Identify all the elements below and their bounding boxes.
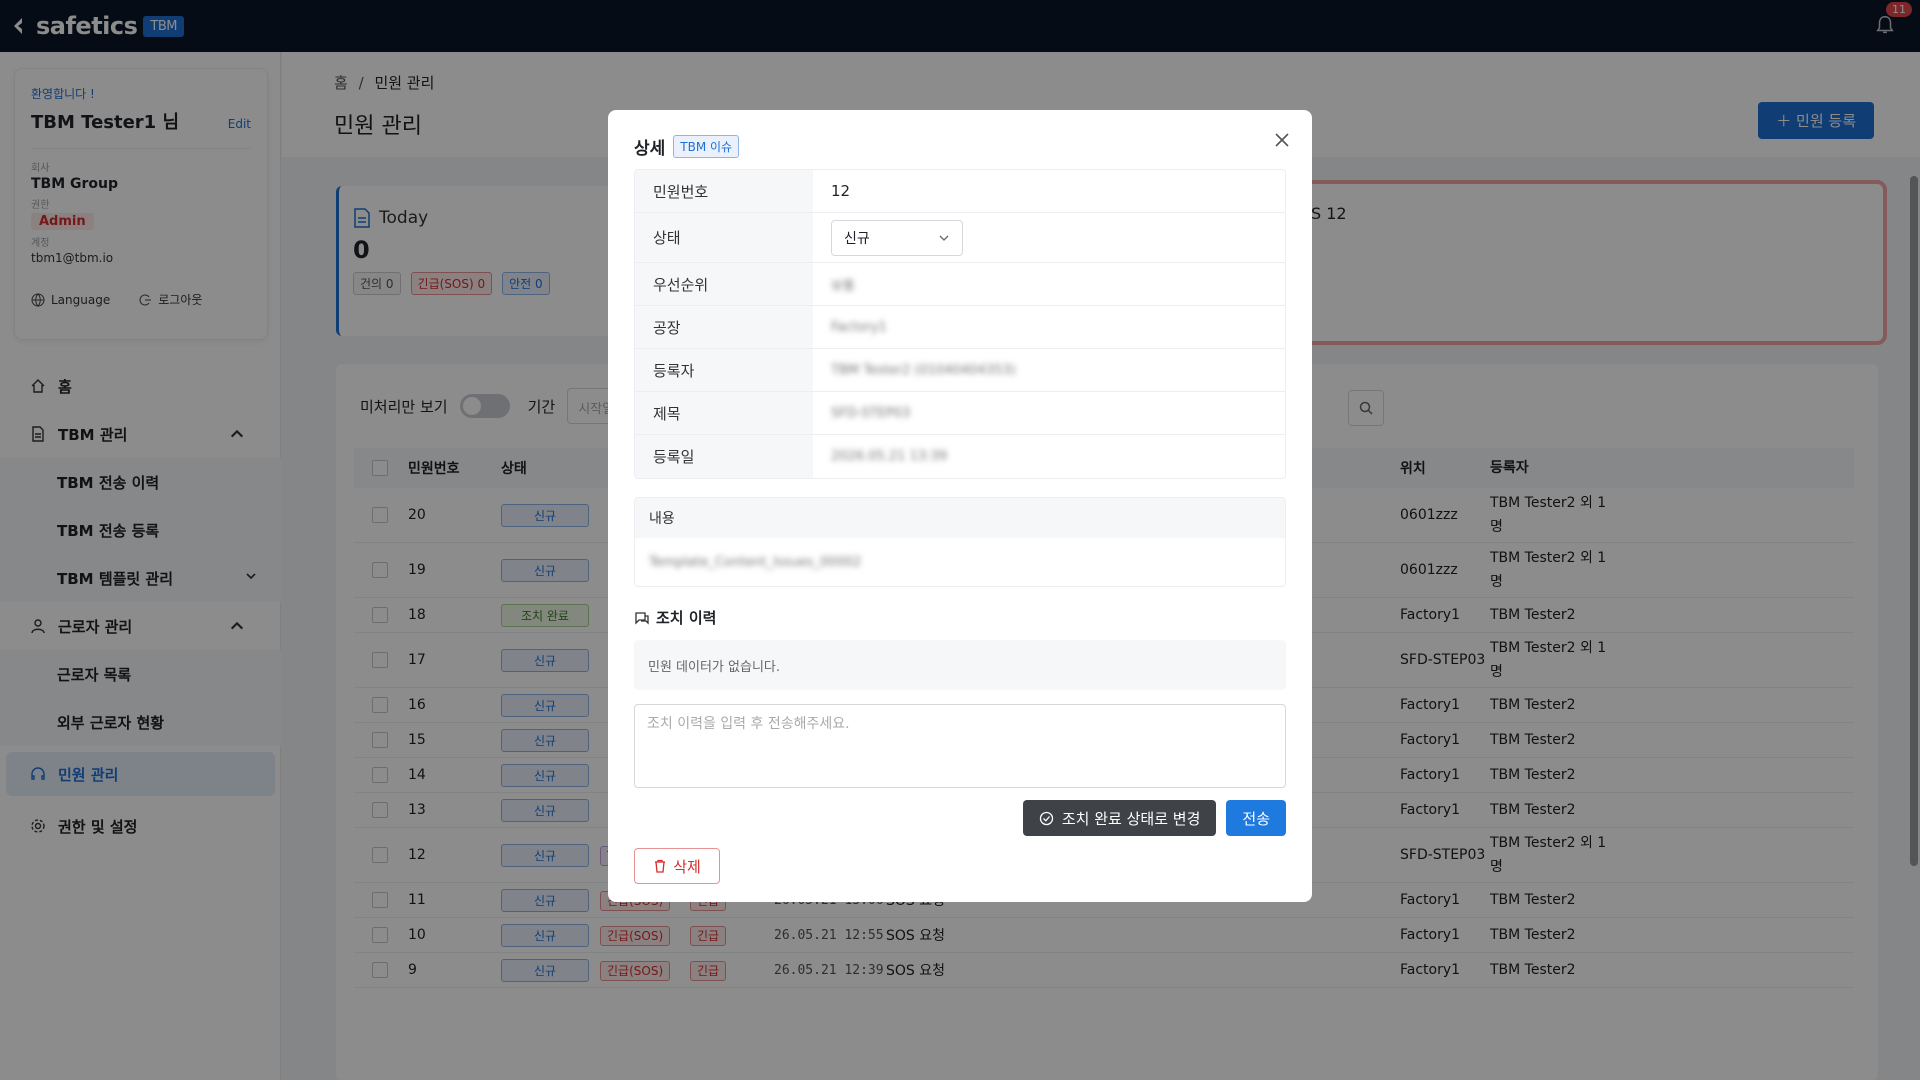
- trash-icon: [655, 859, 666, 873]
- priority-label: 우선순위: [635, 263, 813, 305]
- history-empty-message: 민원 데이터가 없습니다.: [634, 640, 1286, 690]
- history-textarea[interactable]: 조치 이력을 입력 후 전송해주세요.: [634, 704, 1286, 788]
- complete-status-button[interactable]: 조치 완료 상태로 변경: [1022, 800, 1217, 836]
- send-button[interactable]: 전송: [1226, 800, 1286, 836]
- delete-label: 삭제: [673, 857, 701, 876]
- modal-title: 상세: [634, 139, 666, 159]
- close-icon[interactable]: [1274, 132, 1290, 148]
- subject-value: SFD-STEP03: [831, 405, 911, 421]
- content-label: 내용: [635, 498, 1285, 538]
- content-box: 내용 Template_Content_Issues_00002: [634, 497, 1286, 587]
- number-label: 민원번호: [635, 170, 813, 212]
- subject-label: 제목: [635, 392, 813, 434]
- state-label: 상태: [635, 213, 813, 262]
- factory-label: 공장: [635, 306, 813, 348]
- modal-type-badge: TBM 이슈: [673, 135, 740, 158]
- factory-value: Factory1: [831, 319, 887, 335]
- complete-status-label: 조치 완료 상태로 변경: [1061, 809, 1201, 828]
- scrollbar-thumb[interactable]: [1910, 176, 1918, 866]
- delete-button[interactable]: 삭제: [634, 848, 720, 884]
- check-circle-icon: [1039, 811, 1054, 825]
- detail-table: 민원번호 12 상태 신규 우선순위 보통 공장 Factory1 등록자 TB…: [634, 169, 1286, 479]
- history-title: 조치 이력: [656, 609, 717, 627]
- registrant-value: TBM Tester2 (01040404353): [831, 362, 1016, 378]
- content-value: Template_Content_Issues_00002: [649, 554, 862, 570]
- priority-value: 보통: [831, 278, 855, 294]
- page-scrollbar[interactable]: [1910, 160, 1920, 1080]
- date-value: 2026.05.21 13:39: [831, 449, 948, 464]
- chat-icon: [635, 611, 649, 625]
- chevron-down-icon: [939, 235, 949, 241]
- date-label: 등록일: [635, 435, 813, 478]
- number-value: 12: [831, 182, 851, 200]
- registrant-label: 등록자: [635, 349, 813, 391]
- state-select-value: 신규: [844, 230, 870, 247]
- detail-modal: 상세 TBM 이슈 민원번호 12 상태 신규 우선순위 보통 공장 Facto…: [608, 110, 1312, 902]
- state-select[interactable]: 신규: [831, 219, 963, 256]
